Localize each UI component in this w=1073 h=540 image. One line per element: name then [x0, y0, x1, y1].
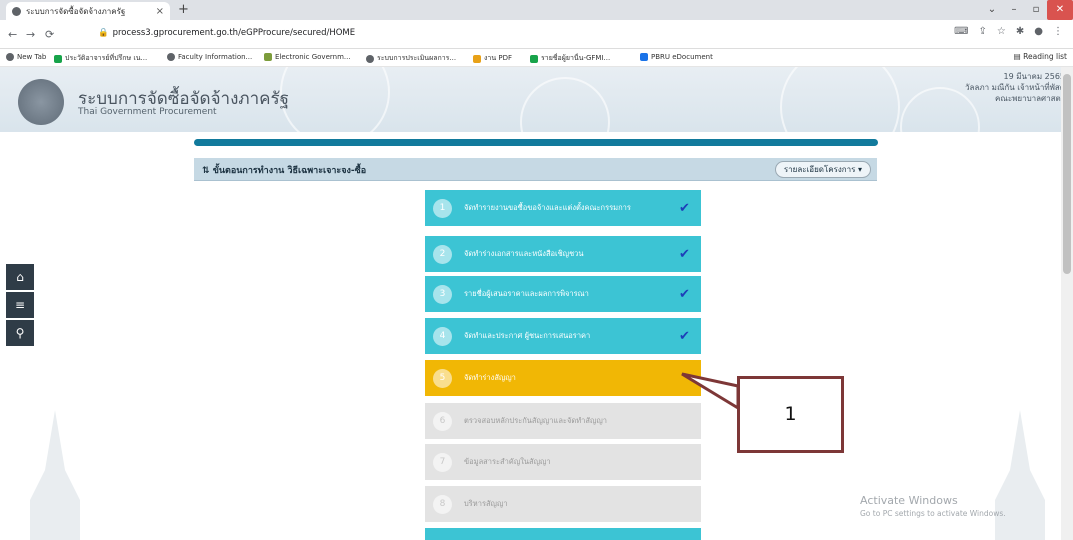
bookmark-item[interactable]: งาน PDF [473, 53, 512, 64]
lock-icon: 🔒 [98, 28, 109, 38]
menu-icon[interactable]: ⋮ [1053, 26, 1063, 37]
window-controls: ⌄ – ▫ ✕ [981, 0, 1073, 20]
step-4[interactable]: 4 จัดทำและประกาศ ผู้ชนะการเสนอราคา ✔ [425, 318, 701, 354]
step-8: 8 บริหารสัญญา [425, 486, 701, 522]
callout-label: 1 [784, 403, 797, 425]
user-info: 19 มีนาคม 2565 วัลลภา มณีกัน เจ้าหน้าที่… [965, 71, 1065, 104]
reload-icon[interactable]: ⟳ [45, 28, 54, 41]
browser-toolbar: ⌨ ⇪ ☆ ✱ ● ⋮ [954, 26, 1063, 37]
step-label: รายชื่อผู้เสนอราคาและผลการพิจารณา [464, 289, 589, 298]
bookmark-item[interactable]: ประวัติอาจารย์ที่ปรึกษ เน... [54, 53, 147, 64]
header-divider [194, 139, 878, 146]
minimize-button[interactable]: – [1003, 0, 1025, 20]
browser-tab-strip: ระบบการจัดซื้อจัดจ้างภาครัฐ × + ⌄ – ▫ ✕ [0, 0, 1073, 20]
globe-icon [12, 6, 21, 16]
address-bar-row: ← → ⟳ 🔒 process3.gprocurement.go.th/eGPPr… [0, 20, 1073, 49]
bookmark-item[interactable]: Faculty Information... [167, 53, 252, 61]
bookmark-icon [6, 53, 14, 61]
step-1[interactable]: 1 จัดทำรายงานขอซื้อขอจ้างและแต่งตั้งคณะก… [425, 190, 701, 226]
star-icon[interactable]: ☆ [997, 26, 1006, 37]
forward-icon[interactable]: → [26, 28, 35, 41]
url-text: process3.gprocurement.go.th/eGPProcure/s… [112, 28, 356, 38]
bookmark-icon [640, 53, 648, 61]
watermark-line1: Activate Windows [860, 494, 958, 507]
step-2[interactable]: 2 จัดทำร่างเอกสารและหนังสือเชิญชวน ✔ [425, 236, 701, 272]
workflow-icon: ⇅ [202, 166, 213, 176]
tab-title: ระบบการจัดซื้อจัดจ้างภาครัฐ [26, 6, 126, 16]
bookmarks-bar: New Tab ประวัติอาจารย์ที่ปรึกษ เน... Fac… [0, 49, 1073, 67]
browser-tab[interactable]: ระบบการจัดซื้อจัดจ้างภาครัฐ × [6, 2, 170, 20]
translate-icon[interactable]: ⌨ [954, 26, 968, 37]
step-label: จัดทำและประกาศ ผู้ชนะการเสนอราคา [464, 331, 591, 340]
step-7: 7 ข้อมูลสาระสำคัญในสัญญา [425, 444, 701, 480]
reading-list-icon: ▤ [1013, 52, 1024, 61]
reading-list-button[interactable]: ▤ Reading list [1014, 52, 1067, 61]
bookmark-icon [54, 54, 62, 63]
step-label: ข้อมูลสาระสำคัญในสัญญา [464, 457, 551, 466]
watermark-line2: Go to PC settings to activate Windows. [860, 509, 1006, 518]
bookmark-icon [473, 54, 481, 63]
bookmark-item[interactable]: New Tab [6, 53, 46, 61]
current-date: 19 มีนาคม 2565 [1003, 72, 1065, 81]
bookmark-icon [530, 54, 538, 63]
step-5[interactable]: 5 จัดทำร่างสัญญา [425, 360, 701, 396]
menu-list-icon[interactable]: ≡ [6, 292, 34, 318]
step-number: 6 [433, 411, 452, 431]
bookmark-item[interactable]: PBRU eDocument [640, 53, 713, 61]
project-details-button[interactable]: รายละเอียดโครงการ ▾ [774, 161, 871, 178]
callout-box: 1 [737, 376, 844, 453]
step-label: จัดทำร่างสัญญา [464, 373, 516, 382]
extensions-icon[interactable]: ✱ [1016, 26, 1024, 37]
site-subtitle: Thai Government Procurement [78, 107, 217, 117]
share-icon[interactable]: ⇪ [979, 26, 987, 37]
banner-pattern [520, 77, 610, 132]
panel-header: ⇅ ขั้นตอนการทำงาน วิธีเฉพาะเจาะจง-ซื้อ ร… [194, 158, 877, 181]
banner-pattern [280, 67, 390, 132]
user-org: คณะพยาบาลศาสตร์ [995, 94, 1065, 103]
step-label: ตรวจสอบหลักประกันสัญญาและจัดทำสัญญา [464, 416, 607, 425]
close-window-button[interactable]: ✕ [1047, 0, 1073, 20]
bookmark-item[interactable]: ระบบการประเมินผลการ... [366, 53, 456, 64]
step-number: 2 [433, 244, 452, 264]
user-name[interactable]: วัลลภา มณีกัน เจ้าหน้าที่พัสดุ [965, 82, 1065, 93]
step-label: จัดทำรายงานขอซื้อขอจ้างและแต่งตั้งคณะกรร… [464, 203, 631, 212]
step-label: บริหารสัญญา [464, 499, 508, 508]
tab-search-icon[interactable]: ⌄ [981, 0, 1003, 20]
step-number: 1 [433, 198, 452, 218]
bookmark-icon [167, 53, 175, 61]
panel-title: ⇅ ขั้นตอนการทำงาน วิธีเฉพาะเจาะจง-ซื้อ [202, 166, 367, 176]
step-number: 8 [433, 494, 452, 514]
activate-windows-watermark: Activate Windows Go to PC settings to ac… [860, 494, 1006, 518]
bookmark-item[interactable]: Electronic Governm... [264, 53, 351, 61]
banner-pattern [780, 67, 900, 132]
new-tab-button[interactable]: + [178, 2, 189, 17]
scrollbar-thumb[interactable] [1063, 74, 1071, 274]
garuda-logo[interactable] [18, 79, 64, 125]
check-icon: ✔ [679, 328, 690, 344]
check-icon: ✔ [679, 200, 690, 216]
bookmark-icon [366, 54, 374, 63]
check-icon: ✔ [679, 286, 690, 302]
url-field[interactable]: 🔒 process3.gprocurement.go.th/eGPProcure/… [88, 25, 978, 42]
step-number: 7 [433, 452, 452, 472]
home-icon[interactable]: ⌂ [6, 264, 34, 290]
step-6: 6 ตรวจสอบหลักประกันสัญญาและจัดทำสัญญา [425, 403, 701, 439]
tab-close-icon[interactable]: × [156, 6, 164, 17]
bookmark-icon [264, 53, 272, 61]
check-icon: ✔ [679, 246, 690, 262]
step-label: จัดทำร่างเอกสารและหนังสือเชิญชวน [464, 249, 584, 258]
temple-silhouette [995, 410, 1045, 540]
maximize-button[interactable]: ▫ [1025, 0, 1047, 20]
back-icon[interactable]: ← [8, 28, 17, 41]
profile-avatar[interactable]: ● [1034, 26, 1043, 37]
site-banner: ระบบการจัดซื้อจัดจ้างภาครัฐ Thai Governm… [0, 67, 1073, 132]
step-number: 5 [433, 368, 452, 388]
temple-silhouette [30, 410, 80, 540]
step-3[interactable]: 3 รายชื่อผู้เสนอราคาและผลการพิจารณา ✔ [425, 276, 701, 312]
search-icon[interactable]: ⚲ [6, 320, 34, 346]
step-number: 4 [433, 326, 452, 346]
bookmark-item[interactable]: รายชื่อผู้ยานื่น-GFMI... [530, 53, 610, 64]
step-next-partial [425, 528, 701, 540]
step-number: 3 [433, 284, 452, 304]
